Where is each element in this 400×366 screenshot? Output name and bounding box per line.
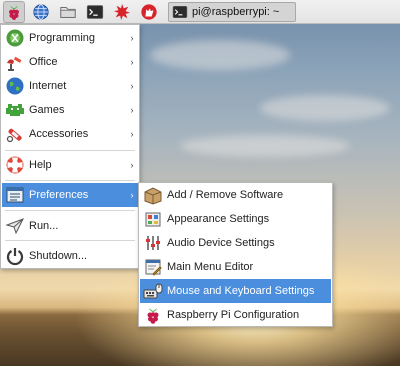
math-kernel-launcher[interactable]	[111, 1, 133, 23]
internet-icon	[5, 76, 25, 96]
terminal-icon	[172, 5, 188, 18]
raspberry-icon	[143, 305, 163, 325]
menu-item-raspberry-pi-configuration[interactable]: Raspberry Pi Configuration	[140, 303, 331, 327]
menu-separator	[5, 240, 135, 241]
chevron-right-icon: ›	[130, 33, 134, 43]
chevron-right-icon: ›	[130, 190, 134, 200]
wolfram-launcher[interactable]	[138, 1, 160, 23]
preferences-icon	[5, 185, 25, 205]
menu-item-main-menu-editor[interactable]: Main Menu Editor	[140, 255, 331, 279]
menu-item-help[interactable]: Help ›	[2, 153, 138, 177]
shutdown-icon	[5, 246, 25, 266]
appearance-icon	[143, 209, 163, 229]
menu-item-mouse-keyboard-settings[interactable]: Mouse and Keyboard Settings	[140, 279, 331, 303]
taskbar: pi@raspberrypi: ~	[0, 0, 400, 24]
games-icon	[5, 100, 25, 120]
menu-item-accessories[interactable]: Accessories ›	[2, 122, 138, 146]
keyboard-mouse-icon	[143, 281, 163, 301]
menu-item-programming[interactable]: Programming ›	[2, 26, 138, 50]
package-icon	[143, 185, 163, 205]
chevron-right-icon: ›	[130, 105, 134, 115]
help-icon	[5, 155, 25, 175]
wallpaper-cloud	[260, 95, 390, 121]
menu-separator	[5, 180, 135, 181]
main-menu: Programming › Office › Internet › Games …	[0, 24, 140, 269]
menu-item-internet[interactable]: Internet ›	[2, 74, 138, 98]
web-browser-launcher[interactable]	[30, 1, 52, 23]
menu-editor-icon	[143, 257, 163, 277]
preferences-submenu: Add / Remove Software Appearance Setting…	[138, 182, 333, 327]
menu-item-shutdown[interactable]: Shutdown...	[2, 244, 138, 268]
menu-separator	[5, 150, 135, 151]
wallpaper-cloud	[150, 40, 290, 70]
raspberry-icon	[9, 5, 19, 20]
chevron-right-icon: ›	[130, 57, 134, 67]
accessories-icon	[5, 124, 25, 144]
starburst-icon	[113, 3, 131, 20]
chevron-right-icon: ›	[130, 129, 134, 139]
wallpaper-cloud	[180, 135, 350, 157]
terminal-launcher[interactable]	[84, 1, 106, 23]
run-icon	[5, 216, 25, 236]
menu-item-games[interactable]: Games ›	[2, 98, 138, 122]
menu-item-run[interactable]: Run...	[2, 214, 138, 238]
menu-item-office[interactable]: Office ›	[2, 50, 138, 74]
audio-mixer-icon	[143, 233, 163, 253]
wolf-icon	[141, 3, 157, 20]
menu-item-preferences[interactable]: Preferences ›	[2, 183, 138, 207]
globe-icon	[33, 3, 49, 20]
terminal-icon	[86, 4, 104, 19]
office-icon	[5, 52, 25, 72]
task-label: pi@raspberrypi: ~	[192, 5, 280, 18]
chevron-right-icon: ›	[130, 81, 134, 91]
menu-button[interactable]	[3, 0, 25, 23]
folder-icon	[60, 6, 76, 18]
chevron-right-icon: ›	[130, 160, 134, 170]
programming-icon	[5, 28, 25, 48]
menu-item-add-remove-software[interactable]: Add / Remove Software	[140, 183, 331, 207]
menu-item-audio-device-settings[interactable]: Audio Device Settings	[140, 231, 331, 255]
menu-separator	[5, 210, 135, 211]
terminal-task-button[interactable]: pi@raspberrypi: ~	[168, 1, 296, 22]
file-manager-launcher[interactable]	[57, 1, 79, 23]
menu-item-appearance-settings[interactable]: Appearance Settings	[140, 207, 331, 231]
